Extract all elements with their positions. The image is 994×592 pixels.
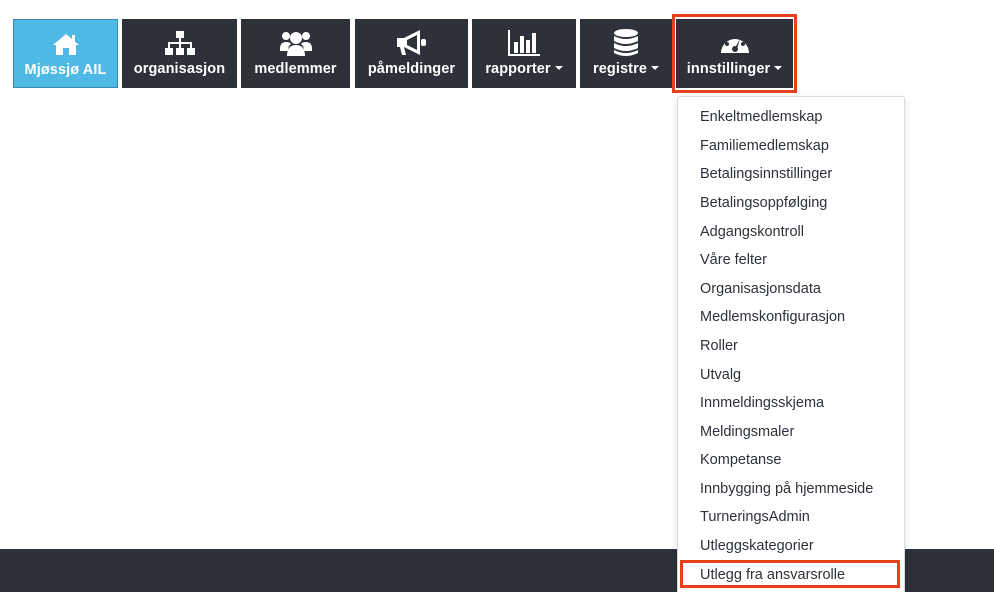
nav-registre-label: registre	[593, 61, 659, 77]
menu-item-organisasjonsdata[interactable]: Organisasjonsdata	[700, 281, 821, 297]
menu-item-adgangskontroll[interactable]: Adgangskontroll	[700, 224, 804, 240]
chevron-down-icon	[651, 66, 659, 71]
nav-rapporter[interactable]: rapporter	[472, 19, 576, 88]
menu-item-betalingsoppfolging[interactable]: Betalingsoppfølging	[700, 195, 827, 211]
settings-dropdown-menu: Enkeltmedlemskap Familiemedlemskap Betal…	[677, 96, 905, 592]
menu-item-utleggskategorier[interactable]: Utleggskategorier	[700, 538, 814, 554]
menu-item-turneringsadmin[interactable]: TurneringsAdmin	[700, 509, 810, 525]
nav-medlemmer[interactable]: medlemmer	[241, 19, 350, 88]
nav-organisasjon[interactable]: organisasjon	[122, 19, 237, 88]
menu-item-familiemedlemskap[interactable]: Familiemedlemskap	[700, 138, 829, 154]
nav-innstillinger[interactable]: innstillinger	[676, 19, 793, 88]
sitemap-icon	[164, 28, 196, 58]
nav-medlemmer-label: medlemmer	[254, 61, 337, 77]
nav-pameldinger[interactable]: påmeldinger	[355, 19, 468, 88]
menu-item-enkeltmedlemskap[interactable]: Enkeltmedlemskap	[700, 109, 823, 125]
chevron-down-icon	[554, 66, 563, 71]
database-icon	[612, 28, 640, 58]
menu-item-medlemskonfigurasjon[interactable]: Medlemskonfigurasjon	[700, 309, 845, 325]
bar-chart-icon	[507, 28, 541, 58]
home-icon	[52, 29, 80, 59]
nav-organisasjon-label: organisasjon	[133, 61, 226, 77]
chevron-down-icon	[774, 66, 783, 71]
nav-rapporter-label: rapporter	[485, 61, 563, 77]
page: Mjøssjø AIL organisasjon medlemmer påmel…	[0, 0, 994, 592]
nav-rapporter-text: rapporter	[485, 61, 551, 77]
menu-item-betalingsinnstillinger[interactable]: Betalingsinnstillinger	[700, 166, 832, 182]
menu-item-kompetanse[interactable]: Kompetanse	[700, 452, 781, 468]
nav-home-label: Mjøssjø AIL	[24, 62, 107, 78]
megaphone-icon	[396, 28, 428, 58]
users-icon	[279, 28, 313, 58]
menu-item-vare-felter[interactable]: Våre felter	[700, 252, 767, 268]
menu-item-meldingsmaler[interactable]: Meldingsmaler	[700, 424, 794, 440]
nav-registre[interactable]: registre	[580, 19, 672, 88]
menu-item-innmeldingsskjema[interactable]: Innmeldingsskjema	[700, 395, 824, 411]
dashboard-gauge-icon	[718, 28, 752, 58]
nav-innstillinger-text: innstillinger	[686, 61, 771, 77]
nav-pameldinger-label: påmeldinger	[367, 61, 456, 77]
nav-innstillinger-label: innstillinger	[686, 61, 783, 77]
menu-item-utlegg-fra-ansvarsrolle[interactable]: Utlegg fra ansvarsrolle	[700, 567, 845, 583]
menu-item-innbygging-pa-hjemmeside[interactable]: Innbygging på hjemmeside	[700, 481, 873, 497]
menu-item-roller[interactable]: Roller	[700, 338, 738, 354]
menu-item-utvalg[interactable]: Utvalg	[700, 367, 741, 383]
nav-registre-text: registre	[593, 61, 647, 77]
nav-home[interactable]: Mjøssjø AIL	[13, 19, 118, 88]
